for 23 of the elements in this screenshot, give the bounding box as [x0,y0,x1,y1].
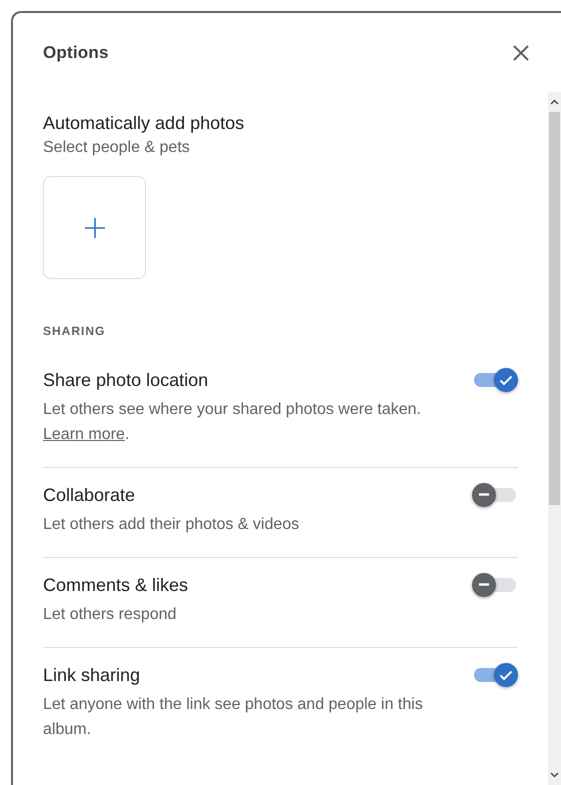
setting-description: Let others see where your shared photos were taken. Learn more. [43,400,422,445]
toggle-switch[interactable] [472,662,518,688]
setting-description: Let anyone with the link see photos and people in this album. [43,695,424,740]
setting-description: Let others add their photos & videos [43,515,300,535]
section-title: Automatically add photos [43,112,246,134]
toggle-switch[interactable] [472,572,518,598]
learn-more-link[interactable]: Learn more [43,426,125,443]
plus-icon [84,216,106,238]
dialog-title: Options [43,43,109,63]
setting-title: Collaborate [43,484,136,506]
setting-title: Link sharing [43,664,142,686]
setting-description: Let others respond [43,605,178,625]
toggle-switch[interactable] [472,482,518,508]
setting-title: Share photo location [43,369,210,391]
scrollbar[interactable] [548,92,561,785]
scroll-down-icon[interactable] [550,772,559,778]
scroll-up-icon[interactable] [550,99,559,105]
minus-icon [478,493,490,496]
section-subtitle: Select people & pets [43,139,191,157]
toggle-switch[interactable] [472,367,518,393]
setting-title: Comments & likes [43,574,188,596]
section-heading: SHARING [43,324,106,338]
minus-icon [478,583,490,586]
